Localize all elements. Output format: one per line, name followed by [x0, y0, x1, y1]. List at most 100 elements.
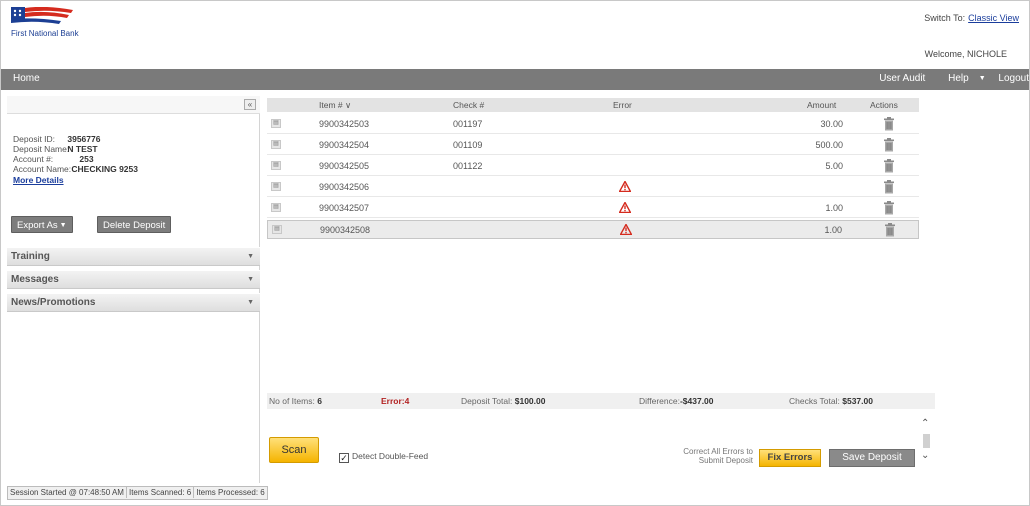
chevron-down-icon: ▼ [978, 75, 986, 82]
nav-help-label: Help [948, 73, 969, 84]
accordion-messages[interactable]: Messages ▼ [7, 270, 260, 289]
expand-row-icon[interactable]: ▤ [271, 203, 281, 212]
deposit-info: Deposit ID: 3956776 Deposit Name: N TEST… [13, 134, 138, 185]
chevron-down-icon: ▼ [247, 253, 254, 260]
left-panel: « Deposit ID: 3956776 Deposit Name: N TE… [7, 96, 260, 483]
trash-icon[interactable] [883, 138, 895, 152]
account-number-value: 253 [79, 154, 94, 164]
difference-value: -$437.00 [679, 396, 714, 406]
switch-view: Switch To: Classic View [924, 13, 1019, 23]
error-warning-icon[interactable] [619, 181, 631, 192]
items-processed: Items Processed: 6 [196, 488, 265, 497]
item-number-cell[interactable]: 9900342504 [319, 140, 369, 150]
panel-collapse-bar: « [7, 96, 260, 114]
nav-home[interactable]: Home [13, 73, 40, 84]
accordion-news-label: News/Promotions [11, 297, 96, 308]
deposit-id-row: Deposit ID: 3956776 [13, 134, 138, 144]
col-error[interactable]: Error [613, 100, 632, 110]
accordion-news-promotions[interactable]: News/Promotions ▼ [7, 293, 260, 312]
correct-errors-message: Correct All Errors to Submit Deposit [683, 447, 753, 465]
scroll-thumb[interactable] [923, 434, 930, 448]
collapse-panel-icon[interactable]: « [244, 99, 256, 110]
table-row[interactable]: ▤ 9900342508 1.00 [267, 220, 919, 239]
expand-row-icon[interactable]: ▤ [272, 225, 282, 234]
export-as-label: Export As [17, 220, 58, 231]
export-as-button[interactable]: Export As ▼ [11, 216, 73, 233]
classic-view-link[interactable]: Classic View [968, 13, 1019, 23]
checks-total-label: Checks Total: [789, 396, 840, 406]
nav-user-audit[interactable]: User Audit [879, 73, 925, 84]
nav-logout[interactable]: Logout [998, 73, 1029, 84]
chevron-down-icon: ▼ [59, 222, 67, 229]
deposit-summary: No of Items: 6 Error:4 Deposit Total: $1… [267, 393, 935, 409]
delete-deposit-button[interactable]: Delete Deposit [97, 216, 172, 233]
expand-row-icon[interactable]: ▤ [271, 161, 281, 170]
deposit-name-row: Deposit Name: N TEST [13, 144, 138, 154]
expand-row-icon[interactable]: ▤ [271, 140, 281, 149]
error-warning-icon[interactable] [619, 202, 631, 213]
difference-label: Difference: [639, 396, 680, 406]
table-row[interactable]: ▤ 9900342504 001109 500.00 [267, 136, 919, 155]
col-check[interactable]: Check # [453, 100, 484, 110]
page-header: First National Bank Switch To: Classic Vi… [1, 1, 1029, 69]
detect-double-feed[interactable]: ✓ Detect Double-Feed [339, 451, 428, 463]
amount-cell: 500.00 [815, 140, 843, 150]
amount-cell: 5.00 [825, 161, 843, 171]
deposit-total: Deposit Total: $100.00 [461, 396, 545, 406]
detect-double-feed-checkbox[interactable]: ✓ [339, 453, 349, 463]
account-name-label: Account Name: [13, 164, 72, 174]
amount-cell: 30.00 [820, 119, 843, 129]
fix-errors-button[interactable]: Fix Errors [759, 449, 821, 467]
table-header: Item # ∨ Check # Error Amount Actions [267, 98, 919, 112]
accordion-training-label: Training [11, 251, 50, 262]
switch-to-label: Switch To: [924, 13, 966, 23]
col-amount[interactable]: Amount [807, 100, 836, 110]
save-deposit-button[interactable]: Save Deposit [829, 449, 915, 467]
expand-row-icon[interactable]: ▤ [271, 119, 281, 128]
item-number-cell[interactable]: 9900342507 [319, 203, 369, 213]
account-name-row: Account Name: CHECKING 9253 [13, 164, 138, 174]
items-count: No of Items: 6 [269, 396, 322, 406]
table-row[interactable]: ▤ 9900342505 001122 5.00 [267, 157, 919, 176]
check-number-cell: 001109 [453, 140, 483, 150]
table-row[interactable]: ▤ 9900342506 [267, 178, 919, 197]
trash-icon[interactable] [884, 223, 896, 237]
item-number-cell[interactable]: 9900342508 [320, 225, 370, 235]
status-bar: Session Started @ 07:48:50 AM Items Scann… [7, 486, 268, 500]
item-number-cell[interactable]: 9900342505 [319, 161, 369, 171]
amount-cell: 1.00 [824, 225, 842, 235]
flag-logo-icon [11, 7, 73, 24]
accordion-messages-label: Messages [11, 274, 59, 285]
error-count-label: Error: [381, 396, 405, 406]
deposit-id-value: 3956776 [67, 134, 101, 144]
trash-icon[interactable] [883, 159, 895, 173]
accordion-training[interactable]: Training ▼ [7, 247, 260, 266]
chevron-down-icon[interactable]: ⌄ [921, 450, 929, 461]
table-row[interactable]: ▤ 9900342503 001197 30.00 [267, 115, 919, 134]
detect-double-feed-label: Detect Double-Feed [352, 451, 429, 461]
deposit-name-value: N TEST [67, 144, 98, 154]
scan-button[interactable]: Scan [269, 437, 319, 463]
item-number-cell[interactable]: 9900342503 [319, 119, 369, 129]
trash-icon[interactable] [883, 117, 895, 131]
col-item[interactable]: Item # ∨ [319, 100, 351, 111]
expand-row-icon[interactable]: ▤ [271, 182, 281, 191]
bank-logo[interactable]: First National Bank [9, 5, 89, 39]
item-number-cell[interactable]: 9900342506 [319, 182, 369, 192]
items-scanned: Items Scanned: 6 [127, 487, 195, 498]
error-warning-icon[interactable] [620, 224, 632, 235]
top-nav: Home User Audit Help ▼ Logout [1, 69, 1029, 90]
nav-help[interactable]: Help ▼ [938, 73, 986, 84]
deposit-name-label: Deposit Name: [13, 144, 70, 154]
scroll-control[interactable]: ⌃ ⌄ [919, 418, 935, 466]
more-details-link[interactable]: More Details [13, 175, 138, 185]
app-window: First National Bank Switch To: Classic Vi… [0, 0, 1030, 506]
account-name-value: CHECKING 9253 [71, 164, 138, 174]
deposit-total-label: Deposit Total: [461, 396, 513, 406]
deposit-total-value: $100.00 [514, 396, 546, 406]
error-count: Error:4 [381, 396, 409, 406]
trash-icon[interactable] [883, 180, 895, 194]
table-row[interactable]: ▤ 9900342507 1.00 [267, 199, 919, 218]
chevron-up-icon[interactable]: ⌃ [921, 418, 929, 429]
trash-icon[interactable] [883, 201, 895, 215]
